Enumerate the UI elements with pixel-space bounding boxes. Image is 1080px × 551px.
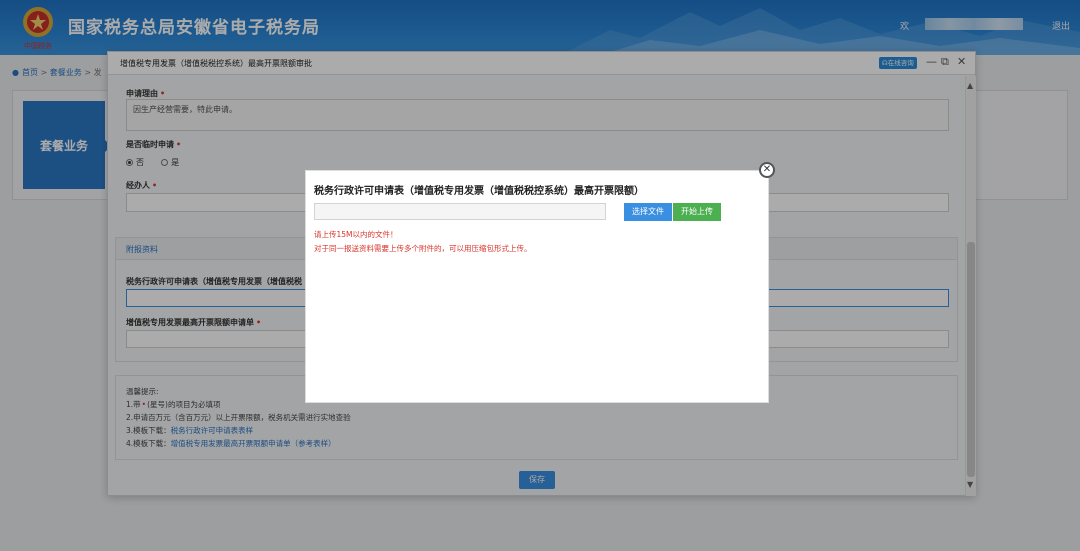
upload-modal: 税务行政许可申请表（增值税专用发票（增值税税控系统）最高开票限额） 选择文件 开… [305,170,769,403]
choose-file-button[interactable]: 选择文件 [624,203,672,221]
upload-modal-title: 税务行政许可申请表（增值税专用发票（增值税税控系统）最高开票限额） [314,186,644,197]
file-size-warning: 请上传15M以内的文件！ [314,230,398,239]
start-upload-button[interactable]: 开始上传 [673,203,721,221]
modal-close-icon[interactable]: ✕ [759,162,775,178]
file-path-input[interactable] [314,203,606,220]
multi-file-hint: 对于同一报送资料需要上传多个附件的，可以用压缩包形式上传。 [314,244,532,253]
